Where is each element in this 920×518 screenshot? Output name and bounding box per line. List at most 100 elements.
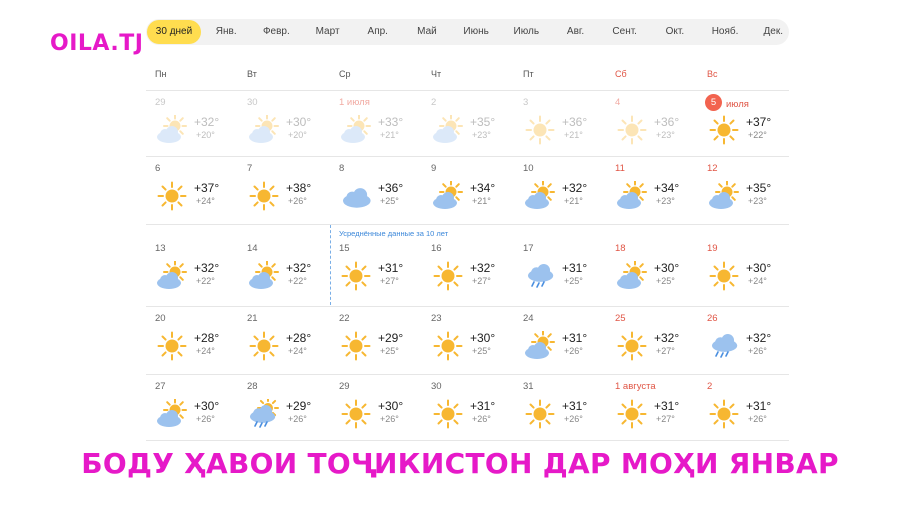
day-cell[interactable]: 21 +28° +24° — [238, 307, 330, 369]
sun-icon — [523, 399, 557, 429]
day-cell[interactable]: 16 +32° +27° — [422, 237, 514, 299]
day-cell[interactable]: 17 +31° +25° — [514, 237, 606, 299]
day-date: 1 июля — [339, 97, 370, 108]
day-cell[interactable]: 8 +36° +25° — [330, 157, 422, 219]
month-tab[interactable]: Апр. — [354, 20, 402, 44]
day-date: 20 — [155, 313, 166, 324]
day-cell[interactable]: 11 +34° +23° — [606, 157, 698, 219]
day-cell[interactable]: 5 июля +37° +22° — [698, 91, 790, 153]
month-tab[interactable]: Нояб. — [701, 20, 749, 44]
day-cell[interactable]: 1 июля +33° +21° — [330, 91, 422, 153]
day-cell[interactable]: 4 +36° +23° — [606, 91, 698, 153]
temp-max: +32° — [286, 261, 312, 275]
temp-max: +32° — [746, 331, 772, 345]
month-tab[interactable]: Февр. — [251, 20, 301, 44]
partly-cloudy-icon — [615, 180, 649, 211]
temp-min: +26° — [472, 414, 491, 424]
partly-cloudy-icon — [523, 330, 557, 361]
temp-min: +22° — [748, 130, 767, 140]
month-tab[interactable]: Авг. — [553, 20, 599, 44]
temp-max: +30° — [286, 115, 312, 129]
day-date: 9 — [431, 163, 437, 174]
day-cell[interactable]: 12 +35° +23° — [698, 157, 790, 219]
temp-min: +26° — [564, 414, 583, 424]
month-tab[interactable]: Янв. — [203, 20, 249, 44]
day-cell[interactable]: 3 +36° +21° — [514, 91, 606, 153]
day-cell[interactable]: 29 +30° +26° — [330, 375, 422, 437]
month-tab[interactable]: Июль — [502, 20, 550, 44]
day-cell[interactable]: 14 +32° +22° — [238, 237, 330, 299]
day-cell[interactable]: 2 +35° +23° — [422, 91, 514, 153]
temp-min: +26° — [288, 414, 307, 424]
temp-max: +36° — [378, 181, 404, 195]
month-tab[interactable]: Март — [304, 20, 352, 44]
temp-max: +29° — [378, 331, 404, 345]
day-cell[interactable]: 24 +31° +26° — [514, 307, 606, 369]
temp-min: +27° — [472, 276, 491, 286]
day-cell[interactable]: 28 +29° +26° — [238, 375, 330, 437]
temp-max: +31° — [378, 261, 404, 275]
temp-max: +33° — [378, 115, 404, 129]
day-date: 27 — [155, 381, 166, 392]
day-cell[interactable]: 18 +30° +25° — [606, 237, 698, 299]
temp-max: +34° — [654, 181, 680, 195]
day-date: 24 — [523, 313, 534, 324]
temp-min: +26° — [748, 346, 767, 356]
row-divider — [146, 224, 789, 225]
temp-max: +28° — [194, 331, 220, 345]
day-cell[interactable]: 7 +38° +26° — [238, 157, 330, 219]
temp-min: +26° — [380, 414, 399, 424]
month-tab[interactable]: Июнь — [452, 20, 500, 44]
partly-cloudy-icon — [155, 260, 189, 291]
month-tab[interactable]: Май — [404, 20, 450, 44]
day-cell[interactable]: 30 +31° +26° — [422, 375, 514, 437]
sun-icon — [339, 399, 373, 429]
day-cell[interactable]: 23 +30° +25° — [422, 307, 514, 369]
temp-max: +31° — [654, 399, 680, 413]
day-cell[interactable]: 30 +30° +20° — [238, 91, 330, 153]
day-cell[interactable]: 13 +32° +22° — [146, 237, 238, 299]
day-cell[interactable]: 25 +32° +27° — [606, 307, 698, 369]
sun-icon — [707, 399, 741, 429]
day-cell[interactable]: 19 +30° +24° — [698, 237, 790, 299]
day-cell[interactable]: 6 +37° +24° — [146, 157, 238, 219]
sun-rain-icon — [247, 397, 281, 429]
day-date: 7 — [247, 163, 253, 174]
month-tab[interactable]: Сент. — [601, 20, 649, 44]
month-tab[interactable]: 30 дней — [147, 20, 201, 44]
temp-min: +25° — [656, 276, 675, 286]
temp-min: +23° — [656, 130, 675, 140]
month-tab[interactable]: Дек. — [751, 20, 795, 44]
sun-icon — [615, 399, 649, 429]
day-cell[interactable]: 15 +31° +27° — [330, 237, 422, 299]
day-date: 29 — [339, 381, 350, 392]
day-cell[interactable]: 26 +32° +26° — [698, 307, 790, 369]
temp-max: +31° — [562, 331, 588, 345]
cloud-rain-icon — [707, 331, 741, 361]
day-cell[interactable]: 31 +31° +26° — [514, 375, 606, 437]
sun-icon — [431, 399, 465, 429]
temp-max: +32° — [470, 261, 496, 275]
day-date: 21 — [247, 313, 258, 324]
day-date: 19 — [707, 243, 718, 254]
day-cell[interactable]: 2 +31° +26° — [698, 375, 790, 437]
day-cell[interactable]: 1 августа +31° +27° — [606, 375, 698, 437]
day-cell[interactable]: 27 +30° +26° — [146, 375, 238, 437]
temp-min: +25° — [472, 346, 491, 356]
temp-min: +21° — [380, 130, 399, 140]
day-date: 4 — [615, 97, 621, 108]
month-tab[interactable]: Окт. — [651, 20, 699, 44]
day-cell[interactable]: 9 +34° +21° — [422, 157, 514, 219]
temp-max: +34° — [470, 181, 496, 195]
day-date: 16 — [431, 243, 442, 254]
day-cell[interactable]: 29 +32° +20° — [146, 91, 238, 153]
day-cell[interactable]: 10 +32° +21° — [514, 157, 606, 219]
day-cell[interactable]: 22 +29° +25° — [330, 307, 422, 369]
temp-min: +24° — [196, 196, 215, 206]
day-cell[interactable]: 20 +28° +24° — [146, 307, 238, 369]
temp-min: +27° — [380, 276, 399, 286]
temp-min: +23° — [472, 130, 491, 140]
sun-icon — [523, 115, 557, 145]
day-date: 1 августа — [615, 381, 656, 392]
partly-cloudy-icon — [155, 398, 189, 429]
